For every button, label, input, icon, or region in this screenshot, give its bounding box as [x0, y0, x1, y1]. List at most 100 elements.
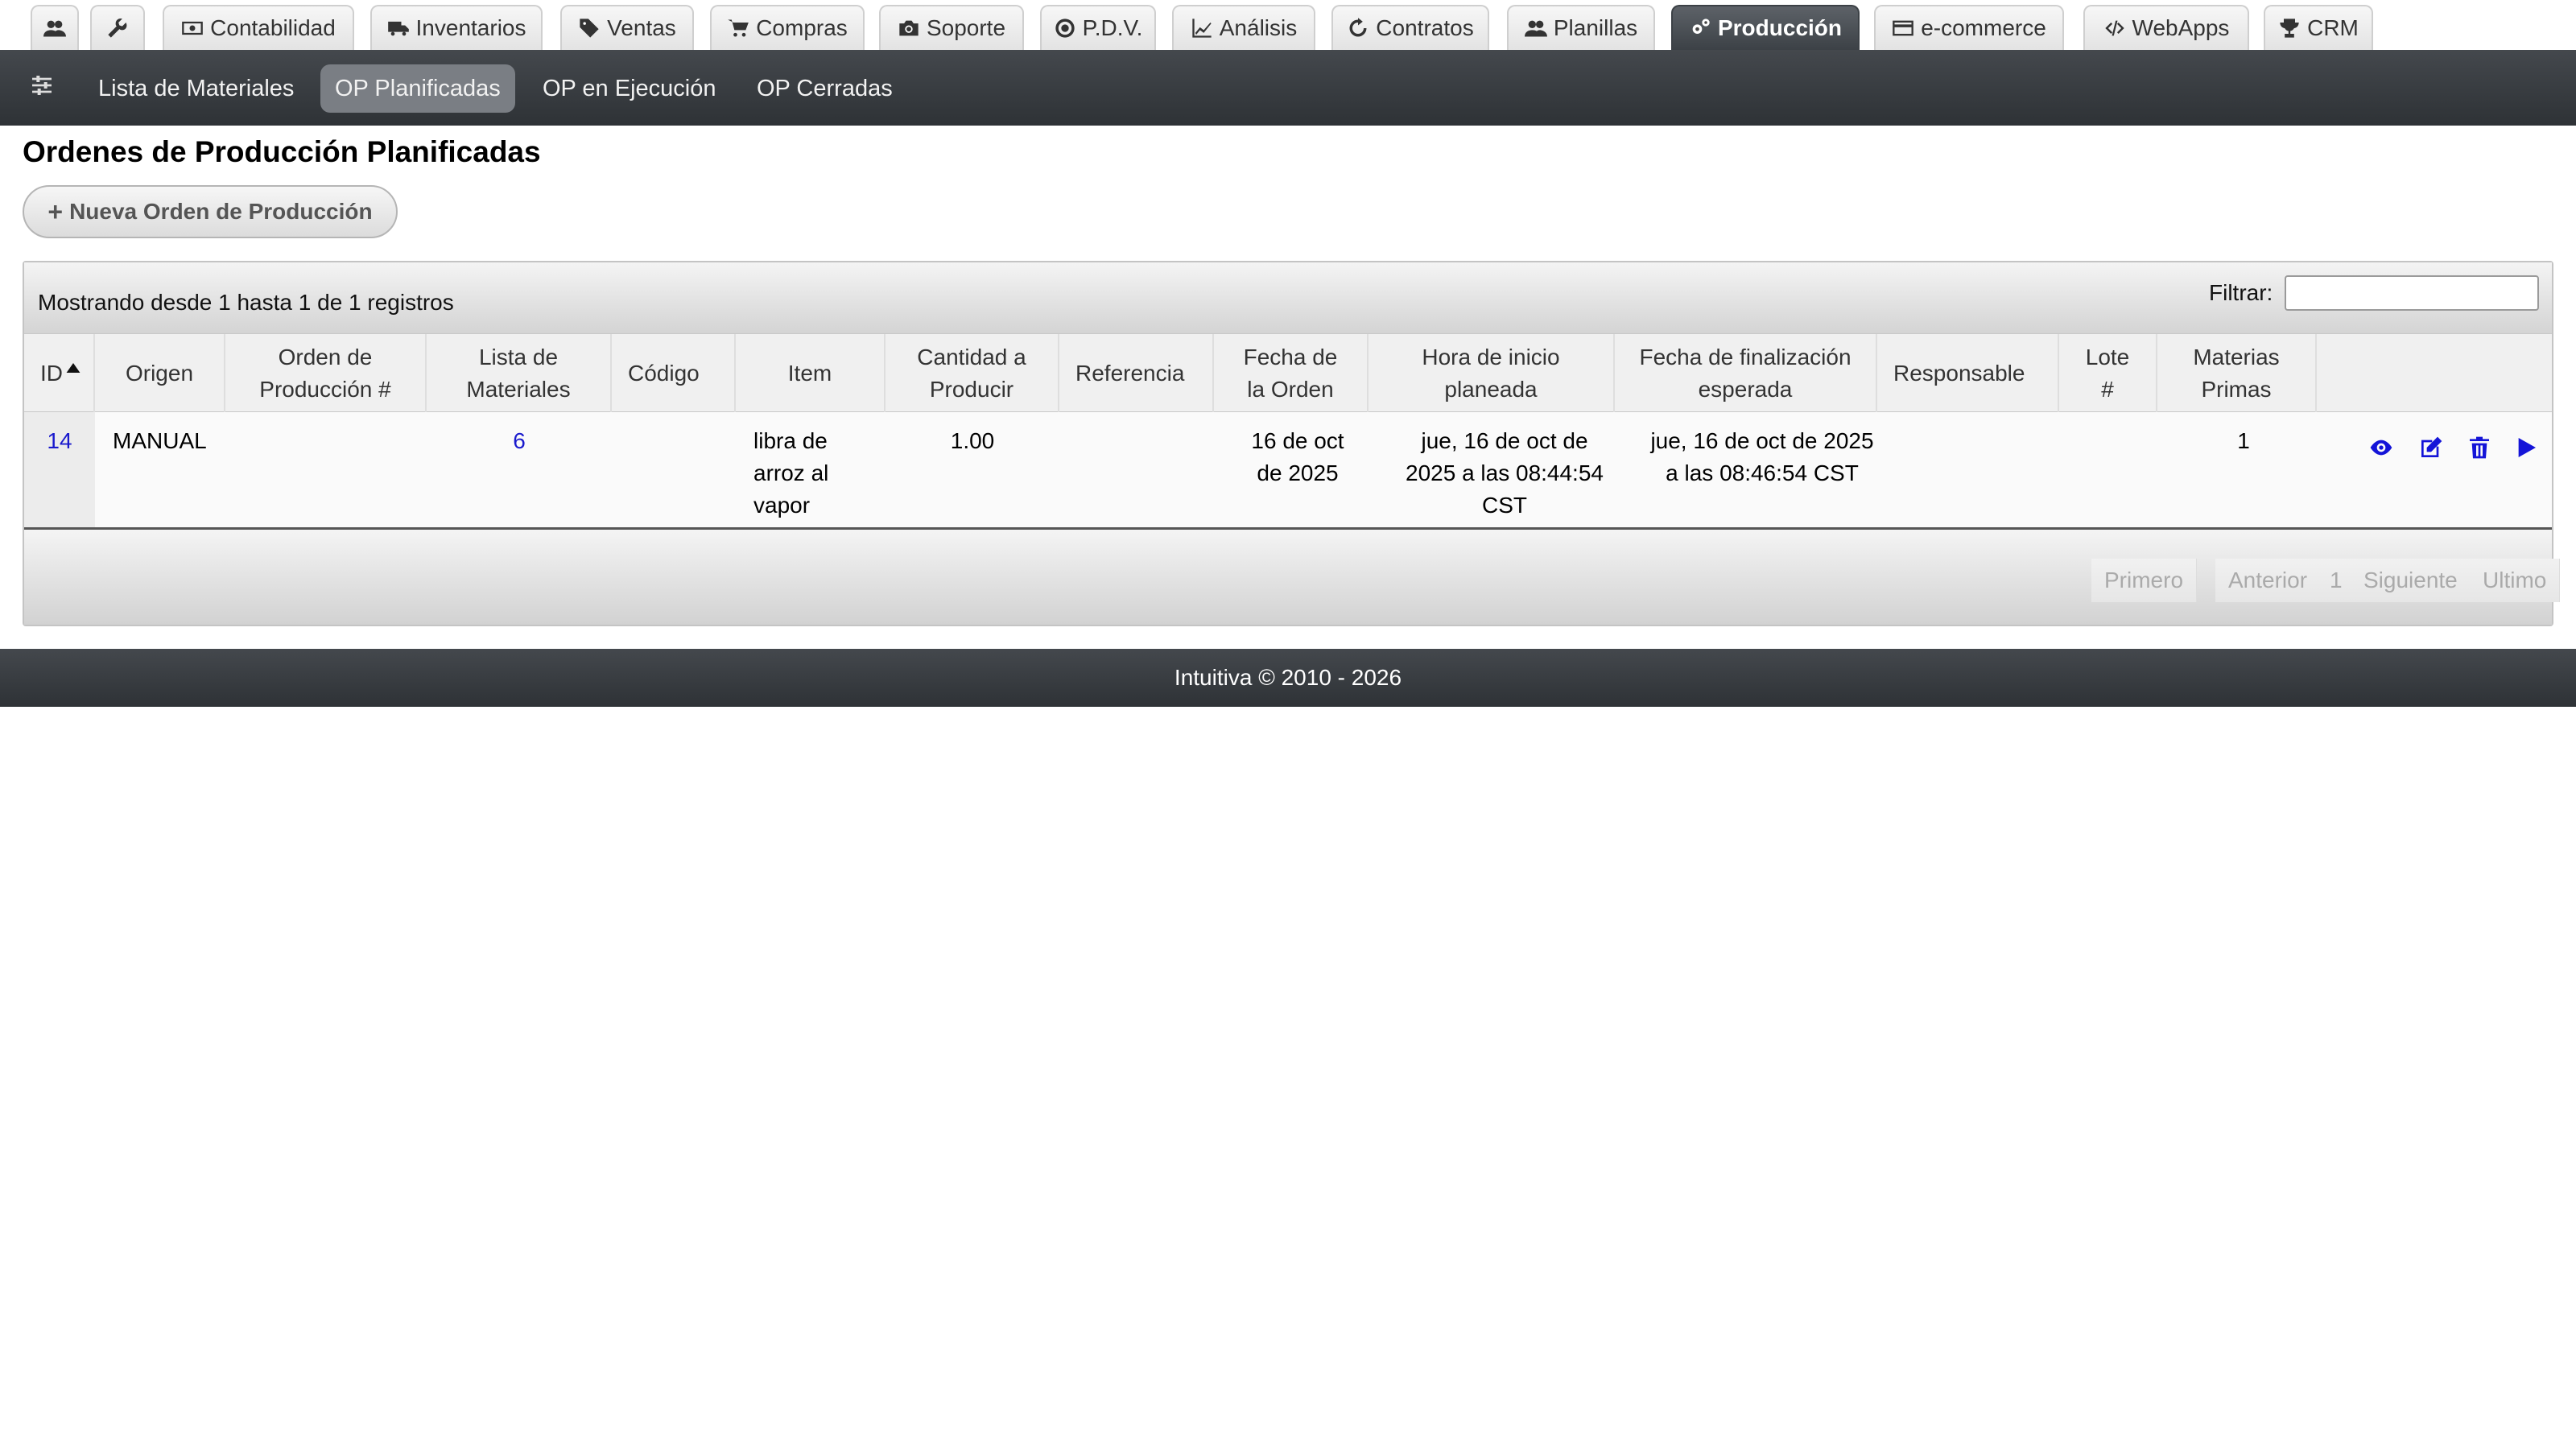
- credit-card-icon: [1893, 20, 1914, 36]
- pagination-first[interactable]: Primero: [2091, 559, 2198, 602]
- col-label: Lote #: [2085, 345, 2130, 402]
- gears-icon: [1692, 19, 1710, 34]
- play-icon: [2518, 438, 2536, 457]
- col-header-cantidad[interactable]: Cantidad a Producir: [886, 334, 1059, 413]
- tab-tools[interactable]: [90, 5, 145, 50]
- tab-contabilidad[interactable]: Contabilidad: [163, 5, 354, 50]
- col-header-id[interactable]: ID: [24, 334, 95, 413]
- start-button[interactable]: [2513, 435, 2539, 460]
- table-row: 14 MANUAL 6 libra de arroz al vapor 1.00…: [24, 412, 2552, 530]
- tab-soporte[interactable]: Soporte: [879, 5, 1024, 50]
- subnav-op-ejecucion[interactable]: OP en Ejecución: [528, 64, 731, 113]
- cell-cantidad: 1.00: [950, 428, 995, 453]
- orders-datatable: Mostrando desde 1 hasta 1 de 1 registros…: [23, 261, 2561, 626]
- tab-users[interactable]: [31, 5, 79, 50]
- cell-fecha-orden: 16 de oct de 2025: [1251, 428, 1344, 485]
- tab-label: Contratos: [1376, 15, 1474, 40]
- chart-line-icon: [1192, 19, 1212, 38]
- tab-produccion[interactable]: Producción: [1671, 5, 1860, 50]
- tab-crm[interactable]: CRM: [2264, 5, 2373, 50]
- col-header-fecha-orden[interactable]: Fecha de la Orden: [1214, 334, 1368, 413]
- tab-label: e-commerce: [1921, 15, 2046, 40]
- tab-label: Inventarios: [415, 15, 526, 40]
- camera-icon: [899, 20, 919, 36]
- sort-asc-icon: [66, 363, 80, 373]
- cell-lista-link[interactable]: 6: [427, 425, 612, 457]
- truck-icon: [387, 21, 409, 36]
- col-header-origen[interactable]: Origen: [95, 334, 225, 413]
- edit-icon: [2421, 436, 2442, 457]
- subnav-op-cerradas[interactable]: OP Cerradas: [742, 64, 907, 113]
- tab-ventas[interactable]: Ventas: [560, 5, 694, 50]
- tags-icon: [580, 19, 599, 38]
- col-label: Fecha de la Orden: [1243, 345, 1338, 402]
- col-label: Fecha de finalización esperada: [1639, 345, 1852, 402]
- filter-input[interactable]: [2285, 275, 2539, 311]
- col-label: ID: [40, 361, 63, 386]
- subnav-op-planificadas[interactable]: OP Planificadas: [320, 64, 515, 113]
- col-header-lote[interactable]: Lote #: [2059, 334, 2157, 413]
- col-label: Responsable: [1893, 361, 2025, 386]
- col-header-materias[interactable]: Materias Primas: [2157, 334, 2317, 413]
- trophy-icon: [2280, 19, 2299, 38]
- tab-label: CRM: [2307, 15, 2359, 40]
- col-header-codigo[interactable]: Código: [612, 334, 736, 413]
- code-icon: [2104, 20, 2124, 36]
- datatable-footer: Primero Anterior 1 Siguiente Ultimo: [24, 530, 2561, 625]
- tab-compras[interactable]: Compras: [710, 5, 865, 50]
- col-label: Lista de Materiales: [466, 345, 571, 402]
- page-title: Ordenes de Producción Planificadas: [23, 135, 541, 168]
- sub-navbar: Lista de Materiales OP Planificadas OP e…: [0, 50, 2576, 126]
- sliders-icon[interactable]: [29, 72, 55, 98]
- trash-icon: [2470, 436, 2489, 459]
- delete-button[interactable]: [2467, 435, 2492, 460]
- page-footer: Intuitiva © 2010 - 2026: [0, 649, 2576, 707]
- tab-label: P.D.V.: [1082, 15, 1143, 40]
- tab-webapps[interactable]: WebApps: [2083, 5, 2249, 50]
- view-button[interactable]: [2368, 435, 2394, 460]
- pagination-last[interactable]: Ultimo: [2470, 559, 2561, 602]
- col-label: Referencia: [1075, 361, 1185, 386]
- tab-label: WebApps: [2132, 15, 2230, 40]
- cell-id-link[interactable]: 14: [24, 425, 95, 457]
- module-tabbar: Contabilidad Inventarios Ventas Compras …: [0, 0, 2576, 50]
- tab-label: Producción: [1717, 15, 1842, 40]
- col-label: Hora de inicio planeada: [1422, 345, 1560, 402]
- col-header-orden[interactable]: Orden de Producción #: [225, 334, 427, 413]
- plus-icon: +: [47, 196, 64, 226]
- tab-label: Análisis: [1219, 15, 1298, 40]
- tab-label: Contabilidad: [210, 15, 336, 40]
- new-production-order-button[interactable]: + Nueva Orden de Producción: [23, 185, 398, 238]
- col-header-referencia[interactable]: Referencia: [1059, 334, 1214, 413]
- money-icon: [182, 21, 203, 35]
- eye-icon: [2370, 440, 2392, 456]
- col-header-lista[interactable]: Lista de Materiales: [427, 334, 612, 413]
- users-icon: [1524, 20, 1547, 37]
- cell-materias: 1: [2237, 428, 2250, 453]
- wrench-icon: [108, 19, 127, 38]
- edit-button[interactable]: [2418, 435, 2444, 460]
- col-header-hora-inicio[interactable]: Hora de inicio planeada: [1368, 334, 1615, 413]
- new-button-label: Nueva Orden de Producción: [69, 199, 373, 224]
- col-label: Orden de Producción #: [259, 345, 391, 402]
- pagination-previous[interactable]: Anterior: [2215, 559, 2322, 602]
- users-icon: [43, 20, 66, 37]
- tab-analisis[interactable]: Análisis: [1172, 5, 1315, 50]
- col-label: Item: [787, 361, 832, 386]
- pagination-next[interactable]: Siguiente: [2351, 559, 2471, 602]
- col-header-responsable[interactable]: Responsable: [1877, 334, 2059, 413]
- tab-contratos[interactable]: Contratos: [1331, 5, 1489, 50]
- tab-planillas[interactable]: Planillas: [1507, 5, 1655, 50]
- tab-inventarios[interactable]: Inventarios: [370, 5, 543, 50]
- col-header-fecha-fin[interactable]: Fecha de finalización esperada: [1615, 334, 1877, 413]
- table-head: ID Origen Orden de Producción # Lista de…: [24, 333, 2552, 413]
- subnav-lista-materiales[interactable]: Lista de Materiales: [84, 64, 308, 113]
- cell-item: libra de arroz al vapor: [753, 428, 829, 518]
- col-header-item[interactable]: Item: [736, 334, 886, 413]
- tab-pdv[interactable]: P.D.V.: [1040, 5, 1156, 50]
- cell-origen: MANUAL: [113, 428, 207, 453]
- filter-label: Filtrar:: [2209, 280, 2273, 305]
- tab-ecommerce[interactable]: e-commerce: [1874, 5, 2064, 50]
- records-info: Mostrando desde 1 hasta 1 de 1 registros: [38, 290, 454, 315]
- tab-label: Soporte: [926, 15, 1006, 40]
